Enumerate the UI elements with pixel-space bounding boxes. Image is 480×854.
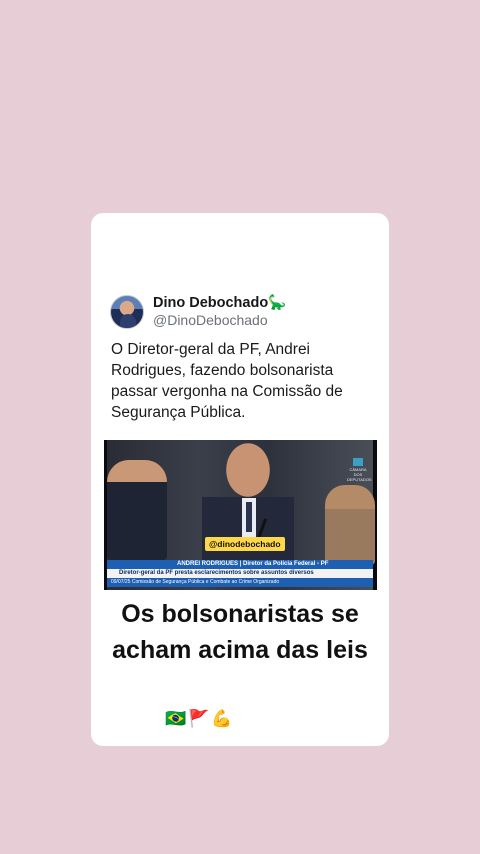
channel-logo-text: CÂMARA DOS DEPUTADOS (347, 467, 372, 482)
lower-third-name: ANDREI RODRIGUES | Diretor da Polícia Fe… (107, 560, 373, 569)
person-right-figure (325, 485, 375, 565)
caption-text: Os bolsonaristas se acham acima das leis (112, 600, 368, 664)
tweet-card: Dino Debochado🦕 @DinoDebochado O Diretor… (91, 213, 389, 746)
watermark-label: @dinodebochado (205, 537, 285, 551)
speaker-tie (246, 502, 252, 532)
tweet-header: Dino Debochado🦕 @DinoDebochado (110, 295, 286, 329)
author-names: Dino Debochado🦕 @DinoDebochado (153, 295, 286, 329)
emoji-row: 🇧🇷🚩💪 (165, 709, 235, 728)
video-thumbnail[interactable]: CÂMARA DOS DEPUTADOS @dinodebochado ANDR… (104, 440, 377, 590)
person-left-figure (107, 460, 167, 560)
lower-third-footer: 09/07/25 Comissão de Segurança Pública e… (107, 578, 373, 587)
lower-third-subtitle: Diretor-geral da PF presta esclareciment… (107, 569, 373, 578)
avatar[interactable] (110, 295, 144, 329)
channel-logo: CÂMARA DOS DEPUTADOS (347, 458, 372, 482)
channel-logo-icon (353, 458, 363, 466)
display-name[interactable]: Dino Debochado🦕 (153, 295, 286, 312)
handle[interactable]: @DinoDebochado (153, 312, 286, 329)
tweet-text: O Diretor-geral da PF, Andrei Rodrigues,… (111, 341, 343, 421)
